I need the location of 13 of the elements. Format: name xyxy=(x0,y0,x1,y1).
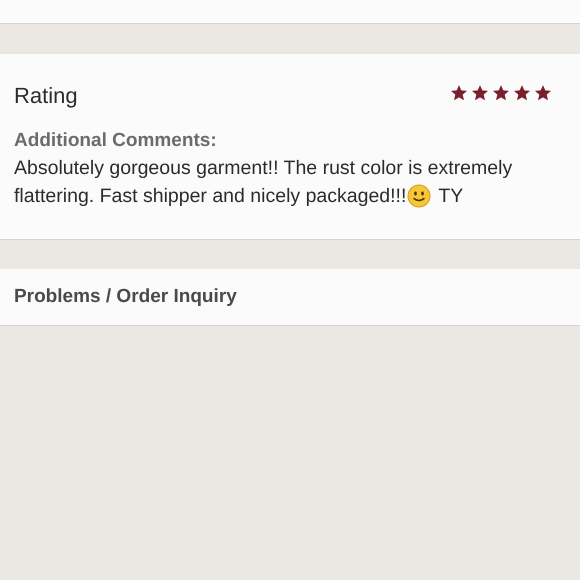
comment-signoff: TY xyxy=(438,184,464,209)
star-icon xyxy=(513,84,531,102)
smiley-icon xyxy=(407,184,432,208)
star-icon xyxy=(471,84,489,102)
comment-text: flattering. Fast shipper and nicely packaged!!! xyxy=(14,184,406,209)
comments-heading: Additional Comments: xyxy=(14,129,218,153)
star-icon xyxy=(450,84,468,102)
star-icon xyxy=(492,84,510,102)
problems-row[interactable]: Problems / Order Inquiry xyxy=(0,269,580,326)
comment-text: Absolutely gorgeous garment!! The rust color is extremely xyxy=(14,156,512,181)
rating-label: Rating xyxy=(14,82,78,110)
problems-label: Problems / Order Inquiry xyxy=(14,284,237,309)
star-icon xyxy=(534,84,552,102)
